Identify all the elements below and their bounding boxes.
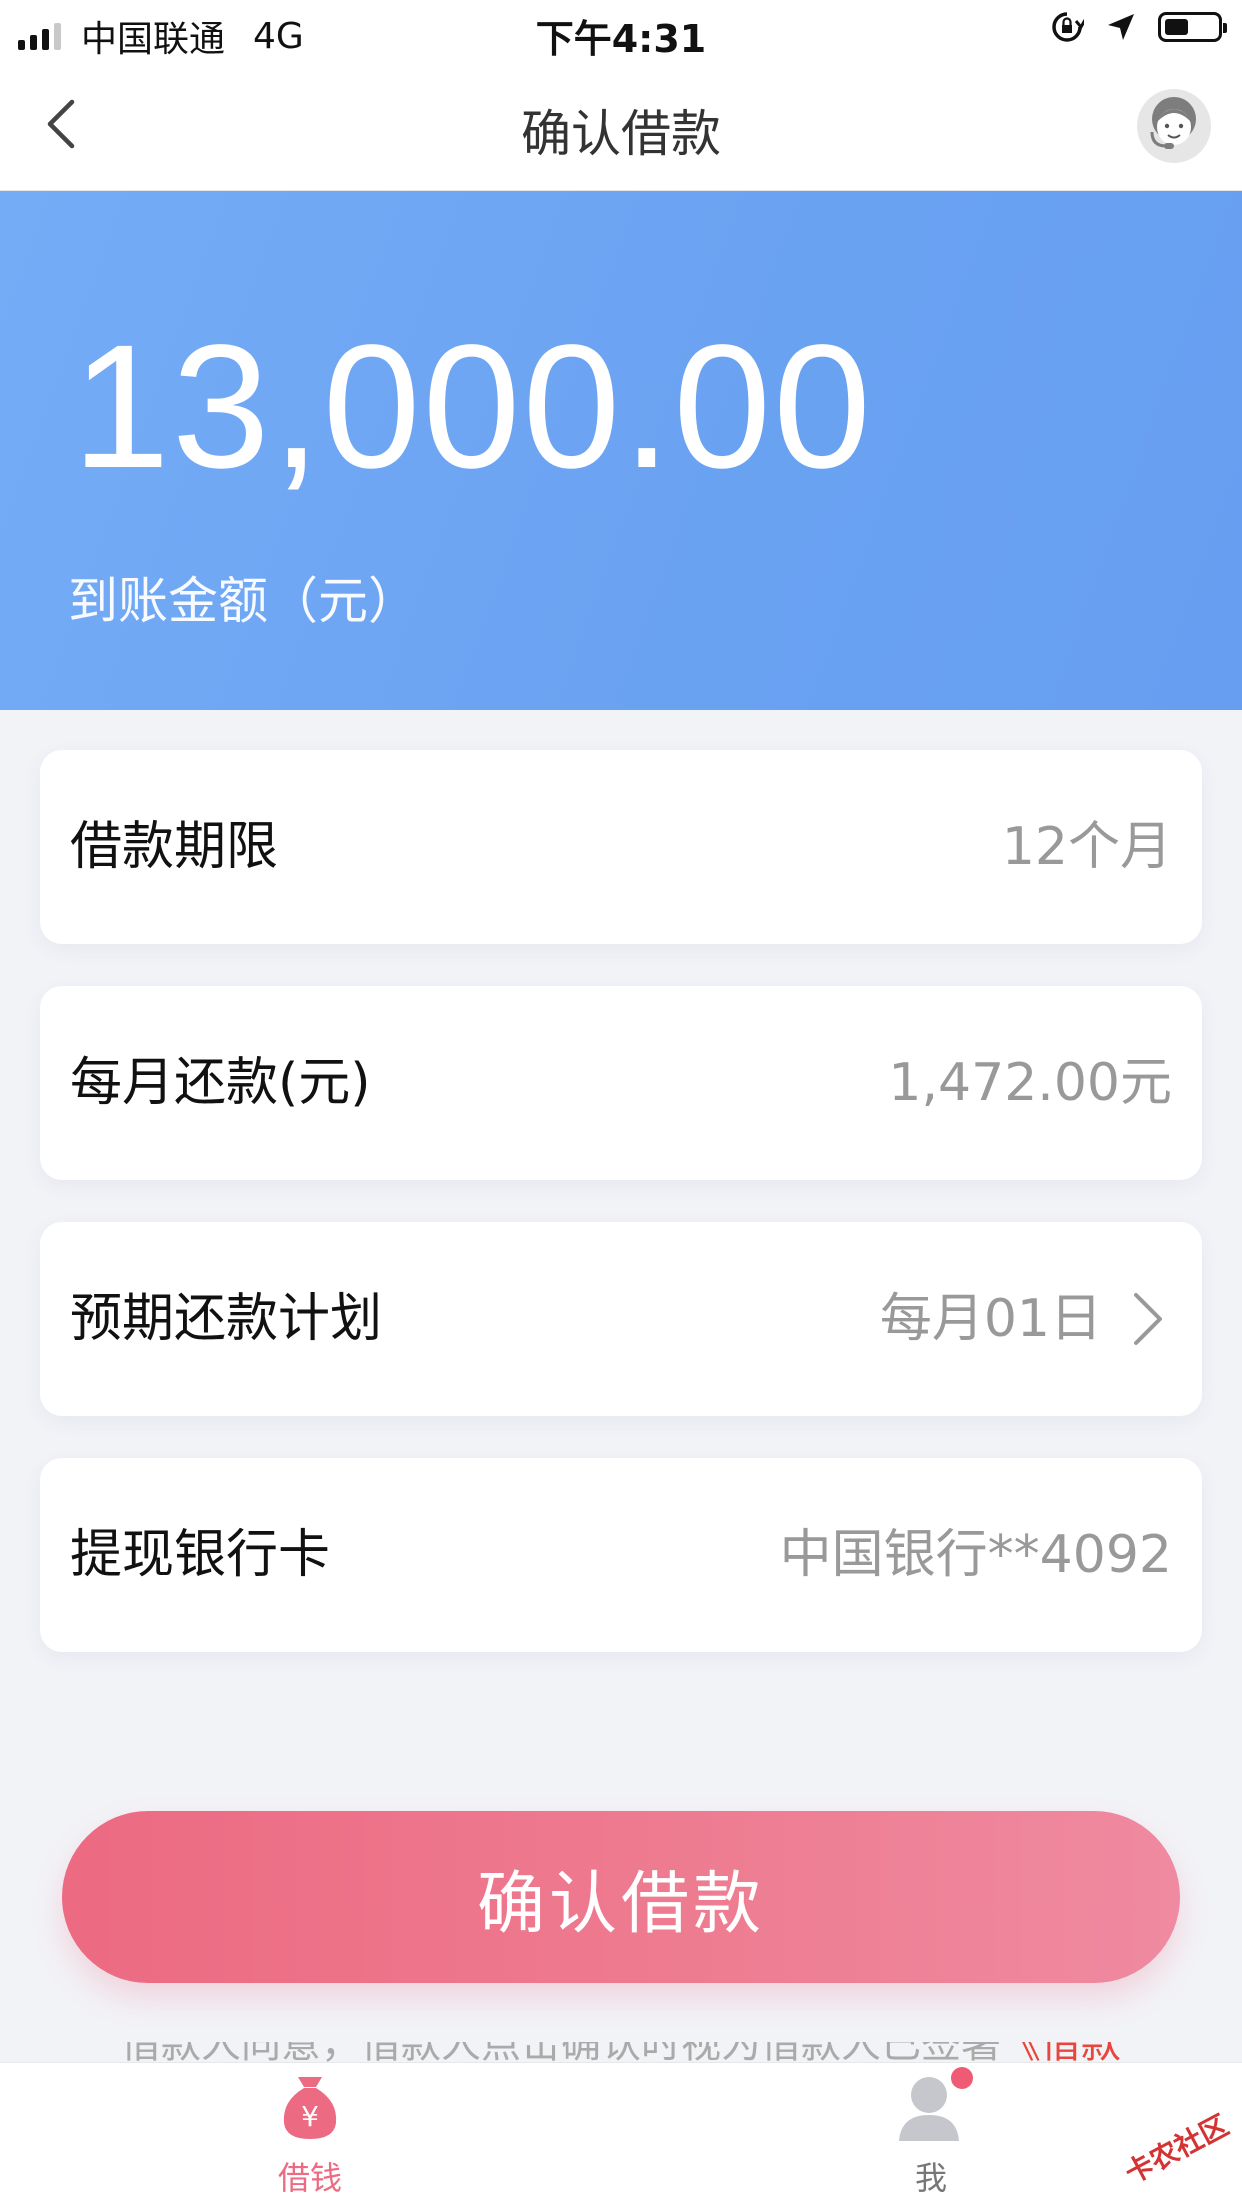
rotation-lock-icon xyxy=(1052,12,1084,42)
location-arrow-icon xyxy=(1108,14,1134,40)
navigation-bar: 确认借款 xyxy=(0,62,1242,191)
bank-card-label: 提现银行卡 xyxy=(70,1525,331,1585)
notification-badge xyxy=(951,2067,973,2089)
chevron-right-icon[interactable] xyxy=(1118,1289,1178,1349)
svg-text:¥: ¥ xyxy=(301,2100,319,2133)
bottom-tab-bar: ¥ 借钱 我 xyxy=(0,2062,1242,2209)
money-bag-icon: ¥ xyxy=(283,2077,337,2139)
tab-me[interactable]: 我 xyxy=(851,2067,1011,2199)
arrival-amount-panel: 13,000.00 到账金额（元） xyxy=(0,191,1242,710)
confirm-loan-button[interactable]: 确认借款 xyxy=(62,1811,1180,1983)
agreement-text: 借款人同意，借款人点击确认时视为借款人已签署 xyxy=(121,2042,1001,2062)
tab-me-label: 我 xyxy=(914,2159,947,2197)
withdrawal-bank-card-row: 提现银行卡 中国银行**4092 xyxy=(40,1458,1202,1652)
page-title: 确认借款 xyxy=(521,105,721,163)
tab-borrow-label: 借钱 xyxy=(277,2159,342,2197)
tab-borrow[interactable]: ¥ 借钱 xyxy=(230,2071,390,2199)
monthly-repayment-value: 1,472.00元 xyxy=(888,1053,1172,1113)
loan-term-row: 借款期限 12个月 xyxy=(40,750,1202,944)
arrival-amount: 13,000.00 xyxy=(72,309,873,505)
agreement-notice: 借款人同意，借款人点击确认时视为借款人已签署《借款 xyxy=(0,2042,1242,2062)
repayment-plan-value: 每月01日 xyxy=(879,1289,1102,1349)
customer-service-avatar-icon[interactable] xyxy=(1136,88,1212,164)
agreement-link[interactable]: 《借款 xyxy=(1001,2042,1121,2062)
status-bar: 中国联通 4G 下午4:31 xyxy=(0,0,1242,62)
monthly-repayment-label: 每月还款(元) xyxy=(70,1053,371,1113)
repayment-plan-label: 预期还款计划 xyxy=(70,1289,383,1349)
loan-term-label: 借款期限 xyxy=(70,817,279,877)
loan-term-value: 12个月 xyxy=(1001,817,1172,877)
repayment-plan-row[interactable]: 预期还款计划 每月01日 xyxy=(40,1222,1202,1416)
monthly-repayment-row: 每月还款(元) 1,472.00元 xyxy=(40,986,1202,1180)
arrival-amount-label: 到账金额（元） xyxy=(68,572,418,630)
battery-icon xyxy=(1158,12,1227,42)
bank-card-value: 中国银行**4092 xyxy=(779,1525,1172,1585)
